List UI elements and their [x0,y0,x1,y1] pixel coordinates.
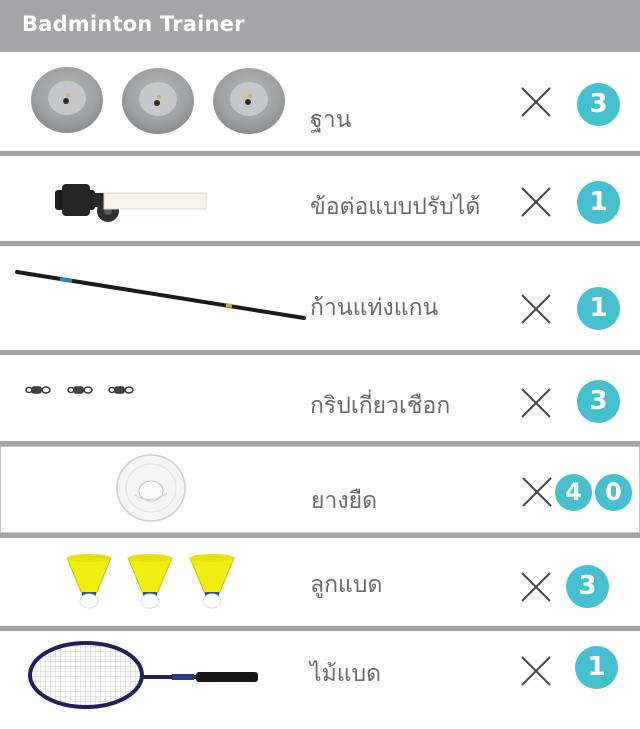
elastic-band-roll-icon [116,454,186,522]
quantity-badge: 3 [577,380,620,423]
quantity-badge-digit: 4 [555,474,592,511]
quantity-badge: 1 [577,287,620,330]
list-item-clip: กริปเกี่ยวเชือก 3 [0,355,640,441]
item-name: ลูกแบด [310,572,383,598]
item-name: ข้อต่อแบบปรับได้ [310,194,481,220]
list-item-shuttlecock: ลูกแบด 3 [0,538,640,626]
quantity-badge: 3 [577,83,620,126]
multiply-icon [521,87,551,117]
base-disc-icon [31,67,285,134]
racket-icon [28,641,258,709]
quantity-badge-digit: 0 [595,474,632,511]
list-item-base: ฐาน 3 [0,52,640,151]
adjustable-connector-icon [55,184,207,222]
multiply-icon [521,388,551,418]
multiply-icon [521,572,551,602]
list-item-pole: ก้านแท่งแกน 1 [0,246,640,350]
swivel-clip-icon [25,386,134,394]
item-name: ฐาน [310,107,352,133]
multiply-icon [521,656,551,686]
list-item-connector: ข้อต่อแบบปรับได้ 1 [0,156,640,241]
item-name: กริปเกี่ยวเชือก [310,393,451,419]
list-item-elastic: ยางยืด 4 0 [0,446,640,533]
item-name: ไม้แบด [310,661,382,687]
pole-rod-icon [15,270,306,320]
app-title: Badminton Trainer [22,12,245,36]
item-name: ก้านแท่งแกน [310,295,439,321]
list-item-racket: ไม้แบด 1 [0,631,640,729]
shuttlecock-icon [66,554,235,609]
header-bar: Badminton Trainer [0,0,640,52]
quantity-badge: 3 [566,565,609,608]
multiply-icon [521,294,551,324]
item-name: ยางยืด [311,488,378,514]
multiply-icon [522,477,552,507]
multiply-icon [521,187,551,217]
quantity-badge: 1 [575,646,618,689]
quantity-badge: 1 [577,181,620,224]
